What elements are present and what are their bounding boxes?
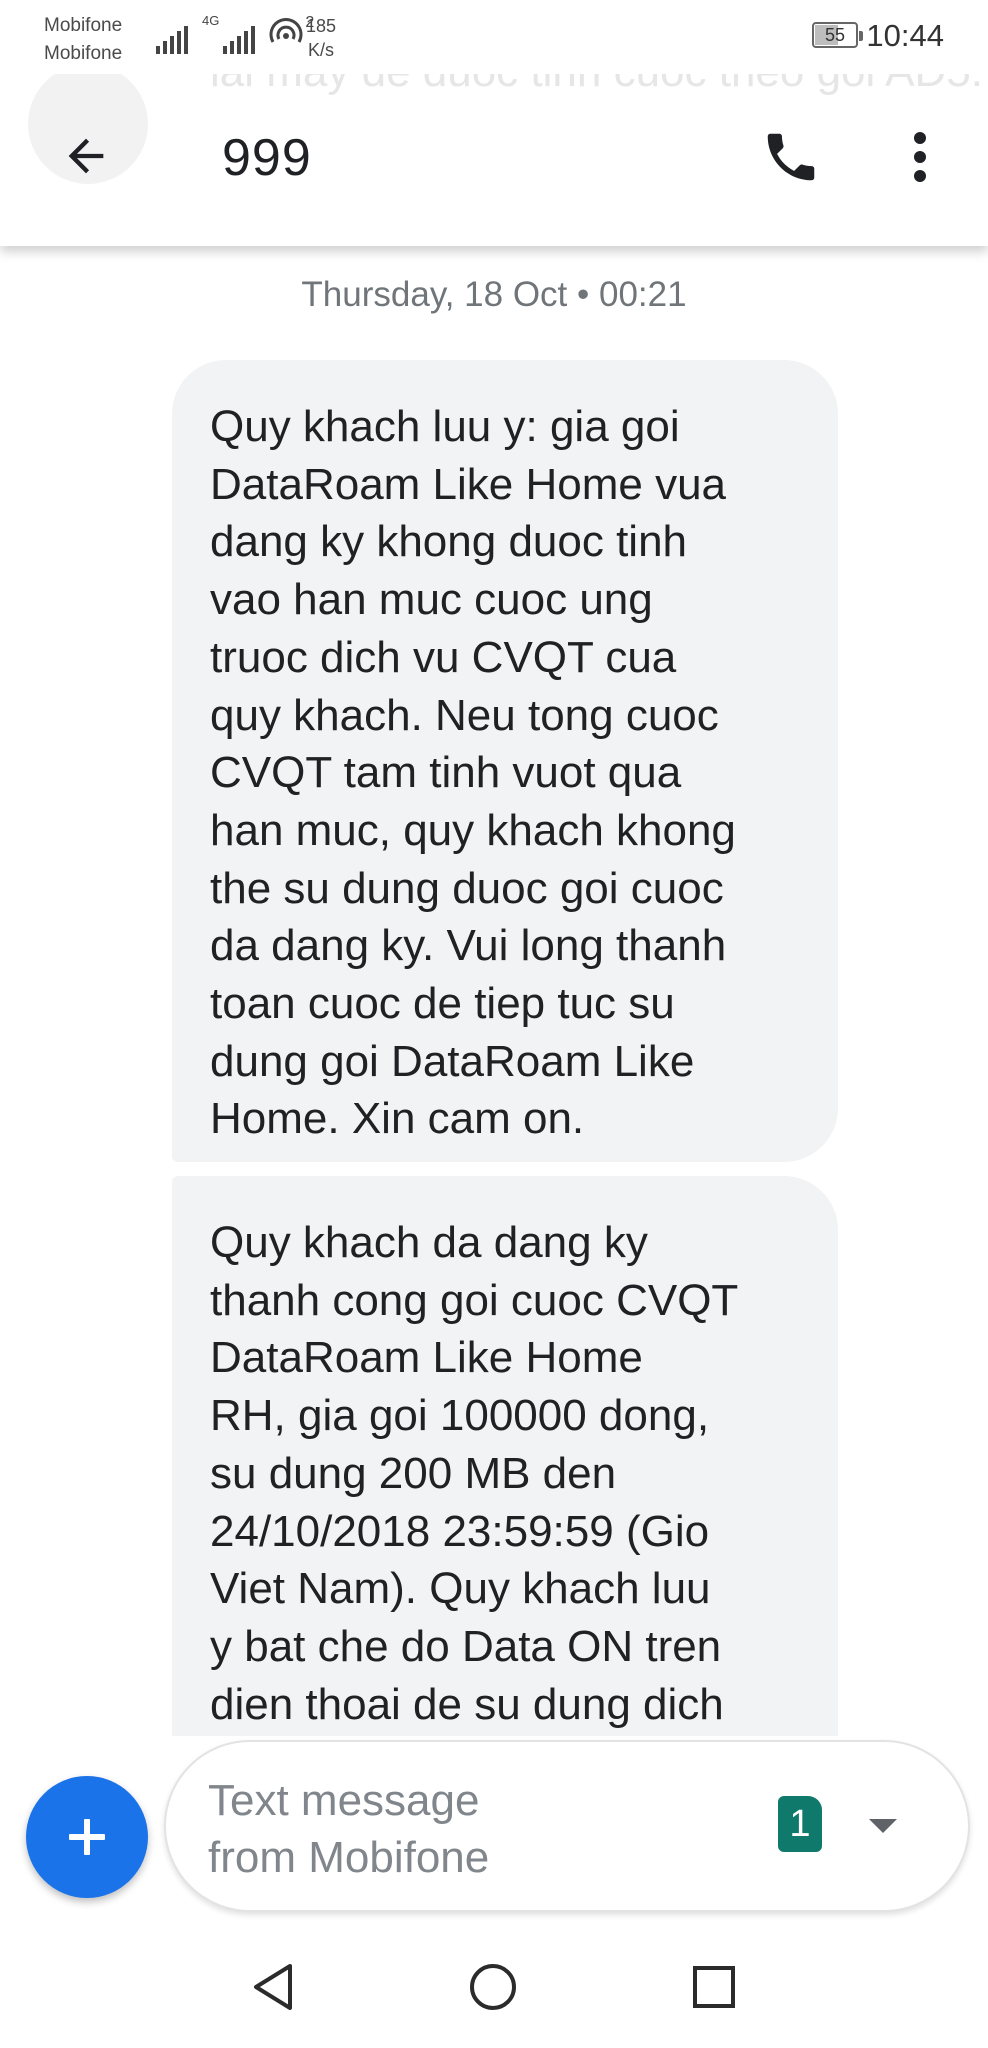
network-type-label: 4G [202,13,220,28]
message-input[interactable] [208,1772,728,1892]
carrier-2-label: Mobifone [44,43,123,64]
signal-4g-icon [223,24,256,54]
conversation-title: 999 [222,129,312,187]
speed-unit: K/s [308,40,335,60]
network-speed: 185 K/s [306,14,336,62]
hotspot-icon [269,18,303,54]
nav-recents-icon [693,1966,735,2008]
compose-area: 1 [0,1736,988,1926]
scrolled-preview-text: lai may de duoc tinh cuoc theo goi AD5. [210,74,983,102]
status-bar: Mobifone Mobifone 4G 2 185 K/s 55 10:44 [0,0,988,74]
carrier-labels: Mobifone Mobifone [44,12,122,68]
more-vert-icon [914,132,926,182]
carrier-1-label: Mobifone [44,15,123,36]
date-separator: Thursday, 18 Oct • 00:21 [301,275,687,314]
nav-recents-button[interactable] [679,1952,749,2022]
signal-indicators: 4G 2 [156,14,314,54]
sim-dropdown-button[interactable] [858,1806,908,1846]
speed-value: 185 [306,16,337,36]
nav-back-button[interactable] [238,1952,308,2022]
back-button[interactable] [54,124,118,188]
status-time: 10:44 [866,18,944,53]
nav-home-button[interactable] [458,1952,528,2022]
message-bubble[interactable]: Quy khach luu y: gia goi DataRoam Like H… [172,360,838,1162]
call-button[interactable] [756,122,826,192]
sim-selector-badge[interactable]: 1 [778,1796,822,1852]
battery-level: 55 [824,25,846,45]
more-options-button[interactable] [890,122,950,192]
message-bubble[interactable]: Quy khach da dang ky thanh cong goi cuoc… [172,1176,838,1736]
system-navigation-bar [0,1926,988,2048]
message-list[interactable]: Thursday, 18 Oct • 00:21 Quy khach luu y… [0,246,988,1736]
arrow-back-icon [68,138,104,174]
nav-home-icon [470,1964,516,2010]
phone-icon [767,133,815,181]
signal-icon [156,24,188,54]
nav-back-icon [254,1964,292,2010]
dropdown-arrow-icon [869,1819,897,1833]
battery-icon: 55 [812,22,863,48]
attach-button[interactable] [26,1776,148,1898]
compose-box: 1 [164,1740,970,1912]
add-icon [69,1819,105,1855]
app-bar: lai may de duoc tinh cuoc theo goi AD5. … [0,74,988,246]
